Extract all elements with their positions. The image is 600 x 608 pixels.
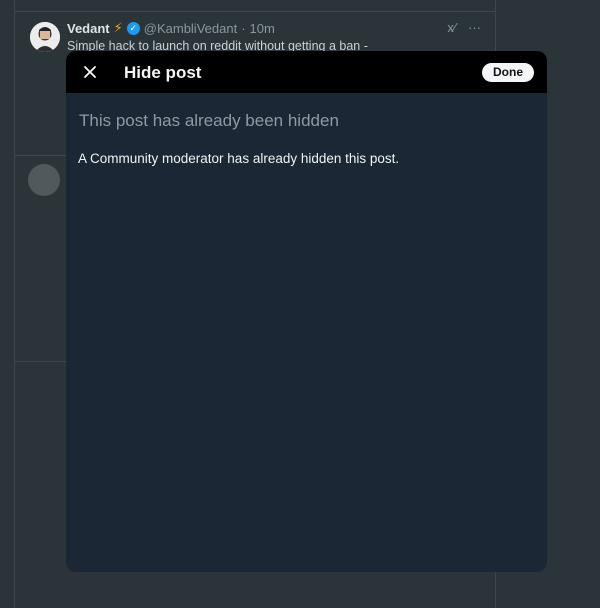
close-button[interactable]: [78, 60, 102, 84]
dialog-heading: This post has already been hidden: [79, 111, 339, 130]
hide-post-dialog: Hide post Done This post has already bee…: [66, 51, 547, 572]
close-icon: [84, 66, 96, 78]
more-options-icon[interactable]: ···: [468, 20, 481, 35]
separator: ·: [241, 20, 246, 36]
dialog-header: Hide post Done: [66, 51, 547, 93]
post-header: Vedant ⚡ ✓ @KambliVedant · 10m: [67, 20, 275, 36]
done-button[interactable]: Done: [482, 63, 534, 82]
author-handle[interactable]: @KambliVedant: [144, 21, 237, 36]
lightning-icon: ⚡: [113, 20, 123, 35]
verified-badge-icon: ✓: [126, 21, 140, 35]
post-time[interactable]: 10m: [250, 21, 275, 36]
post-actions: x⁄ ···: [447, 20, 481, 35]
avatar[interactable]: [30, 22, 60, 52]
dialog-title: Hide post: [124, 63, 202, 82]
grok-icon[interactable]: x⁄: [447, 20, 456, 35]
dialog-message: A Community moderator has already hidden…: [78, 151, 400, 166]
author-name[interactable]: Vedant: [67, 21, 110, 36]
divider: [15, 11, 495, 12]
avatar-placeholder: [28, 164, 60, 196]
